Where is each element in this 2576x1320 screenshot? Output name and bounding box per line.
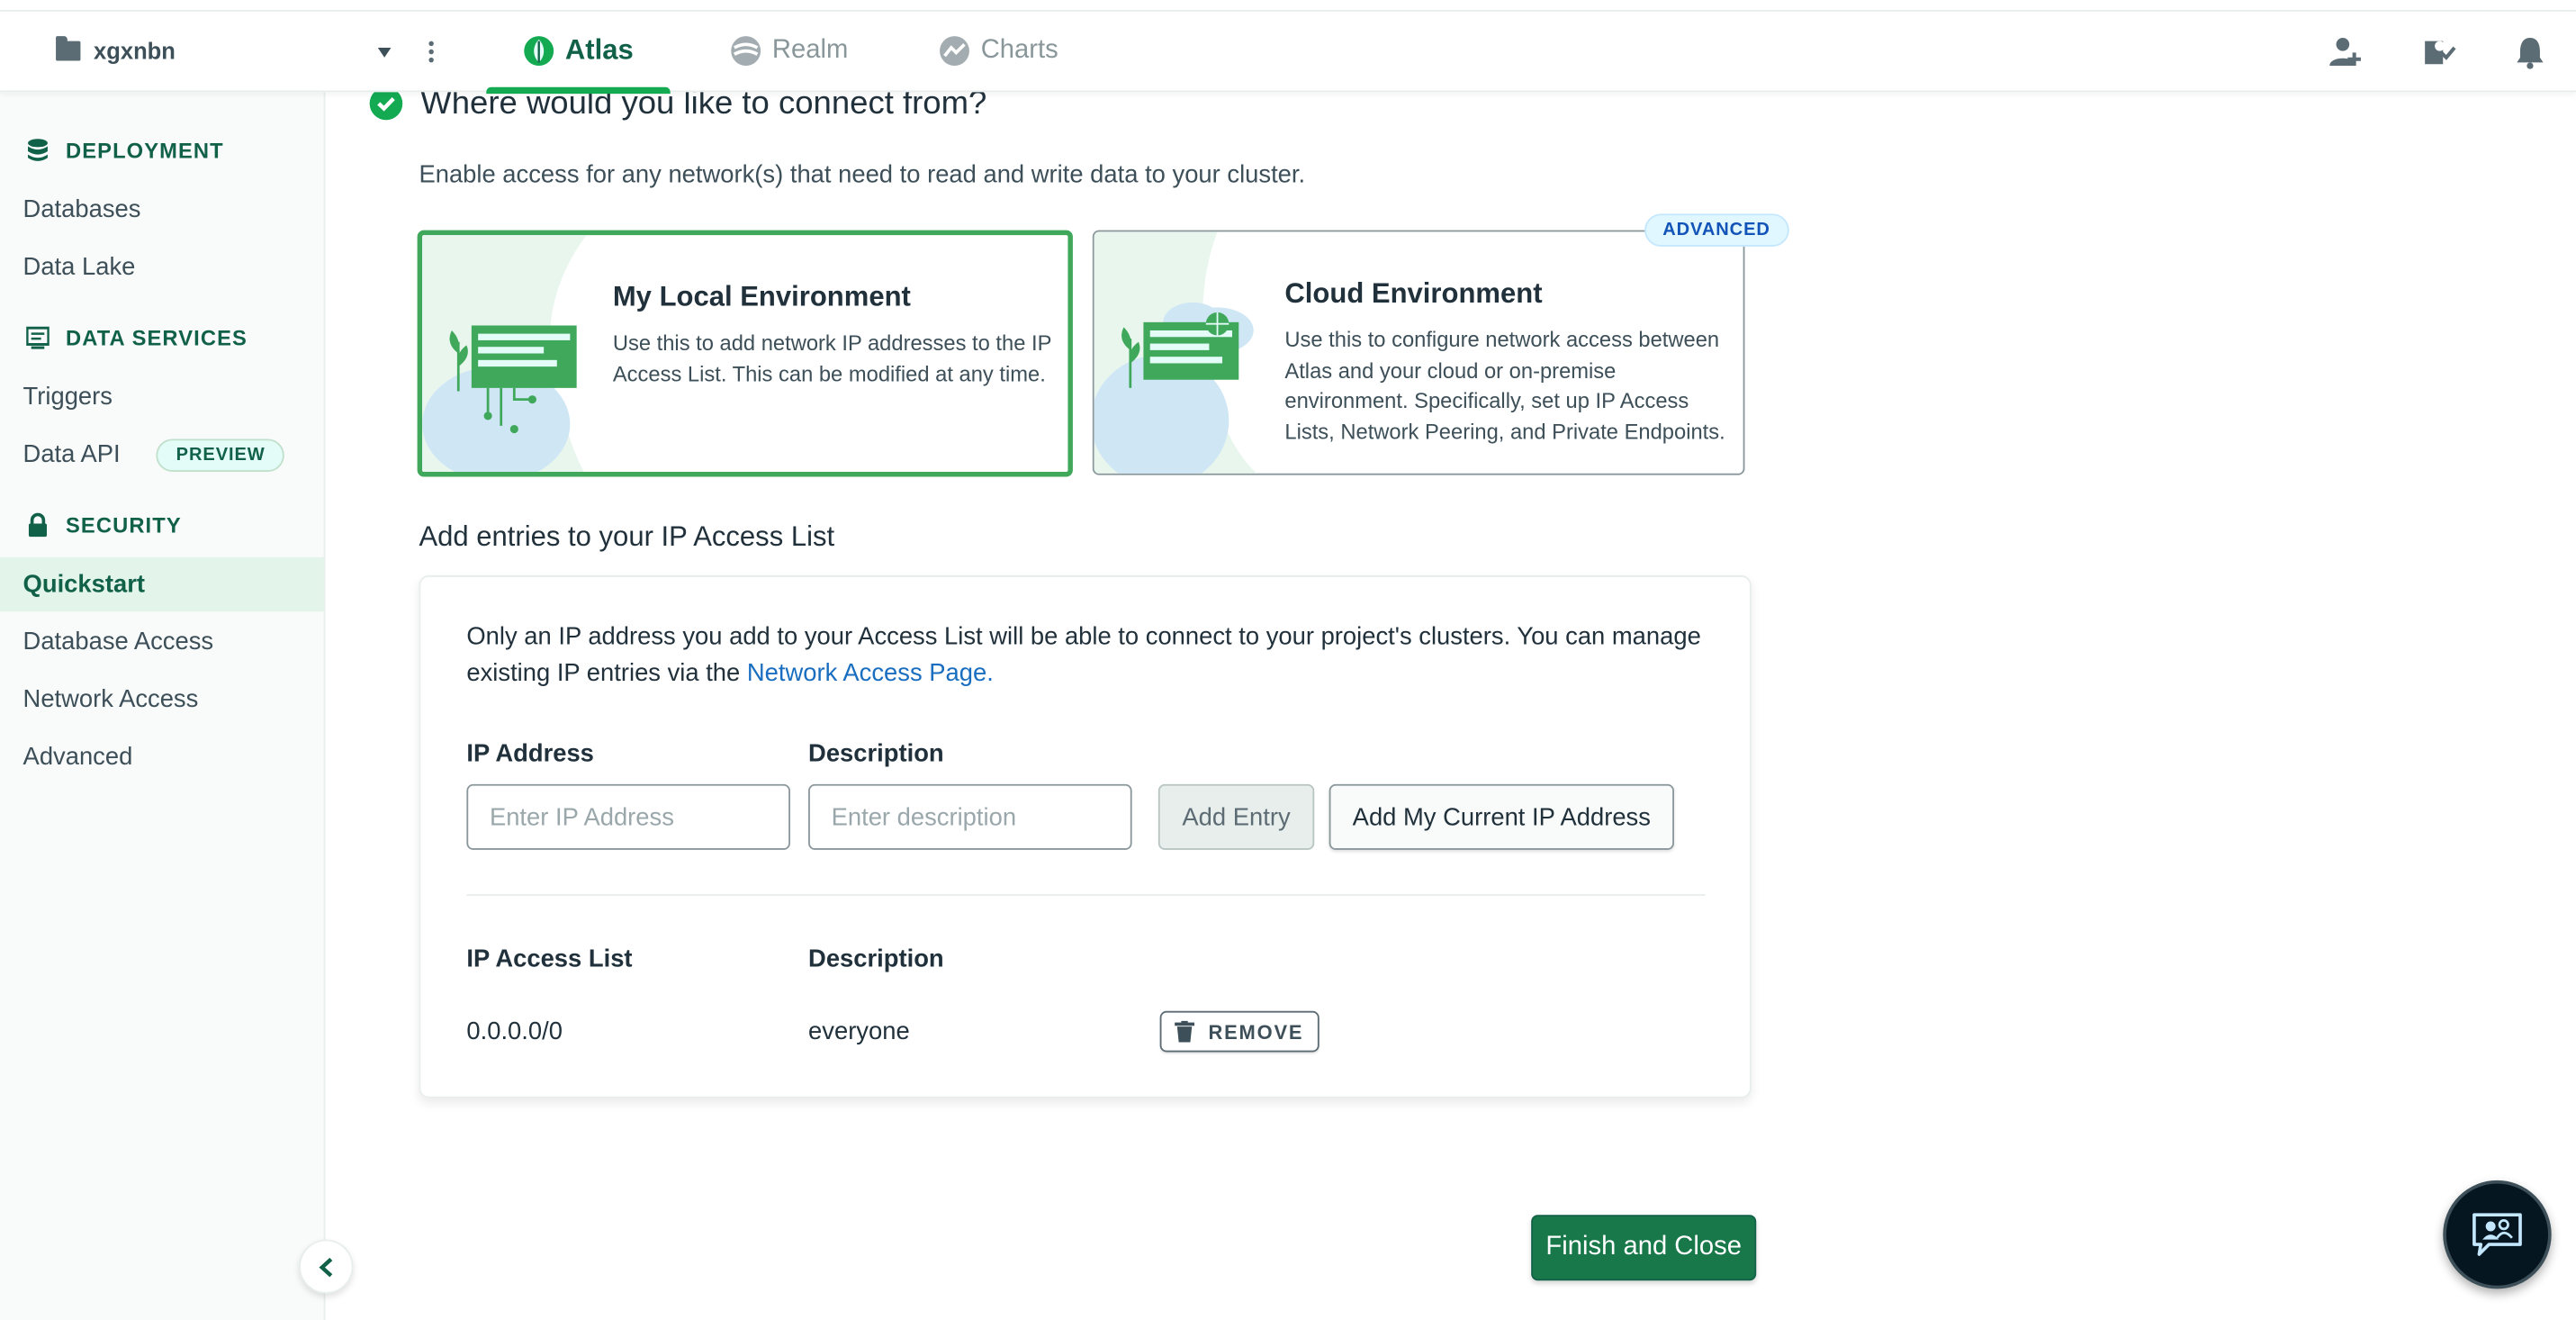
sidebar-item-network-access[interactable]: Network Access — [0, 673, 324, 727]
sidebar-item-triggers[interactable]: Triggers — [0, 370, 324, 424]
section-security-heading: SECURITY — [66, 512, 182, 538]
tab-charts[interactable]: Charts — [938, 12, 1058, 91]
section-security: SECURITY — [26, 513, 182, 538]
org-name: xgxnbn — [94, 37, 176, 65]
description-line: Use this to add network IP addresses to … — [612, 330, 1052, 356]
chevron-left-icon — [318, 1256, 332, 1277]
realm-icon — [731, 36, 761, 67]
sidebar-item-databases[interactable]: Databases — [0, 183, 324, 237]
sidebar-item-label: Databases — [23, 195, 141, 224]
sidebar-item-label: Data API — [23, 440, 121, 469]
description-line: Lists, Network Peering, and Private Endp… — [1284, 418, 1725, 444]
main-content: Where would you like to connect from? En… — [327, 86, 2576, 1320]
atlas-leaf-icon — [524, 36, 554, 67]
local-environment-card[interactable]: My Local Environment Use this to add net… — [417, 230, 1073, 477]
sidebar-item-database-access[interactable]: Database Access — [0, 615, 324, 669]
cloud-environment-title: Cloud Environment — [1284, 277, 1543, 310]
description-input[interactable] — [808, 783, 1132, 850]
finish-and-close-button[interactable]: Finish and Close — [1531, 1215, 1757, 1281]
section-data-services: DATA SERVICES — [26, 325, 248, 350]
tab-atlas[interactable]: Atlas — [486, 12, 669, 95]
cloud-environment-card[interactable]: Cloud Environment Use this to configure … — [1092, 230, 1745, 475]
top-navigation-bar: xgxnbn Atlas Realm Charts — [0, 9, 2576, 95]
local-environment-illustration — [422, 235, 587, 472]
data-services-icon — [26, 326, 50, 349]
sidebar-item-advanced[interactable]: Advanced — [0, 730, 324, 784]
lock-icon — [28, 512, 48, 538]
ip-address-label: IP Address — [466, 739, 594, 768]
sidebar: DEPLOYMENT Databases Data Lake DATA SERV… — [0, 92, 326, 1320]
ip-access-info: Only an IP address you add to your Acces… — [466, 619, 1715, 692]
section-deployment: DEPLOYMENT — [26, 138, 224, 163]
network-access-page-link[interactable]: Network Access Page. — [747, 659, 994, 687]
section-data-services-heading: DATA SERVICES — [66, 325, 248, 350]
description-line: environment. Specifically, set up IP Acc… — [1284, 387, 1689, 413]
sidebar-item-label: Quickstart — [23, 570, 145, 599]
chat-bubble-icon — [2472, 1213, 2522, 1256]
sidebar-item-quickstart[interactable]: Quickstart — [0, 556, 324, 612]
sidebar-item-data-api[interactable]: Data API PREVIEW — [0, 428, 324, 482]
chevron-down-icon[interactable] — [377, 47, 392, 58]
divider — [466, 894, 1706, 897]
tab-charts-label: Charts — [980, 36, 1058, 65]
ip-access-info-text: Only an IP address you add to your Acces… — [466, 622, 1701, 688]
ip-access-list-header: IP Access List — [466, 945, 633, 973]
cloud-environment-description: Use this to configure network access bet… — [1284, 325, 1725, 447]
chat-support-button[interactable] — [2443, 1180, 2552, 1289]
cloud-environment-illustration — [1094, 231, 1257, 474]
ip-access-card: Only an IP address you add to your Acces… — [419, 574, 1752, 1098]
sidebar-item-label: Database Access — [23, 628, 214, 656]
add-current-ip-button[interactable]: Add My Current IP Address — [1329, 783, 1674, 850]
advanced-badge: ADVANCED — [1644, 213, 1788, 247]
invite-user-icon[interactable] — [2328, 34, 2364, 70]
description-line: Use this to configure network access bet… — [1284, 327, 1720, 352]
sidebar-item-label: Advanced — [23, 743, 133, 772]
local-environment-title: My Local Environment — [612, 281, 911, 312]
ip-entry-description: everyone — [808, 1017, 910, 1046]
collapse-sidebar-button[interactable] — [299, 1239, 354, 1294]
more-options-icon[interactable] — [426, 41, 436, 68]
preview-badge: PREVIEW — [156, 438, 285, 472]
folder-icon — [56, 36, 81, 61]
connect-question-subtitle: Enable access for any network(s) that ne… — [419, 160, 1306, 189]
organization-selector[interactable]: xgxnbn — [56, 36, 176, 65]
ip-access-description-header: Description — [808, 945, 944, 973]
add-entry-button[interactable]: Add Entry — [1157, 783, 1315, 850]
description-line: Atlas and your cloud or on-premise — [1284, 357, 1617, 383]
remove-label: REMOVE — [1208, 1019, 1304, 1044]
trash-icon — [1175, 1020, 1195, 1043]
description-label: Description — [808, 739, 944, 768]
ip-access-heading: Add entries to your IP Access List — [419, 520, 835, 553]
tab-realm[interactable]: Realm — [729, 12, 848, 91]
sidebar-item-label: Triggers — [23, 383, 113, 411]
tab-atlas-label: Atlas — [564, 34, 634, 67]
database-stack-icon — [28, 139, 48, 161]
remove-entry-button[interactable]: REMOVE — [1159, 1010, 1320, 1053]
sidebar-item-label: Data Lake — [23, 253, 136, 282]
notifications-bell-icon[interactable] — [2512, 34, 2548, 70]
sidebar-item-data-lake[interactable]: Data Lake — [0, 240, 324, 294]
tab-realm-label: Realm — [771, 36, 849, 65]
section-deployment-heading: DEPLOYMENT — [66, 138, 224, 163]
description-line: Access List. This can be modified at any… — [612, 360, 1046, 386]
sidebar-item-label: Network Access — [23, 685, 199, 714]
local-environment-description: Use this to add network IP addresses to … — [613, 329, 1052, 390]
ip-address-input[interactable] — [466, 783, 790, 850]
charts-icon — [940, 36, 969, 67]
activity-feed-icon[interactable] — [2420, 34, 2456, 70]
ip-entry-address: 0.0.0.0/0 — [466, 1017, 563, 1046]
